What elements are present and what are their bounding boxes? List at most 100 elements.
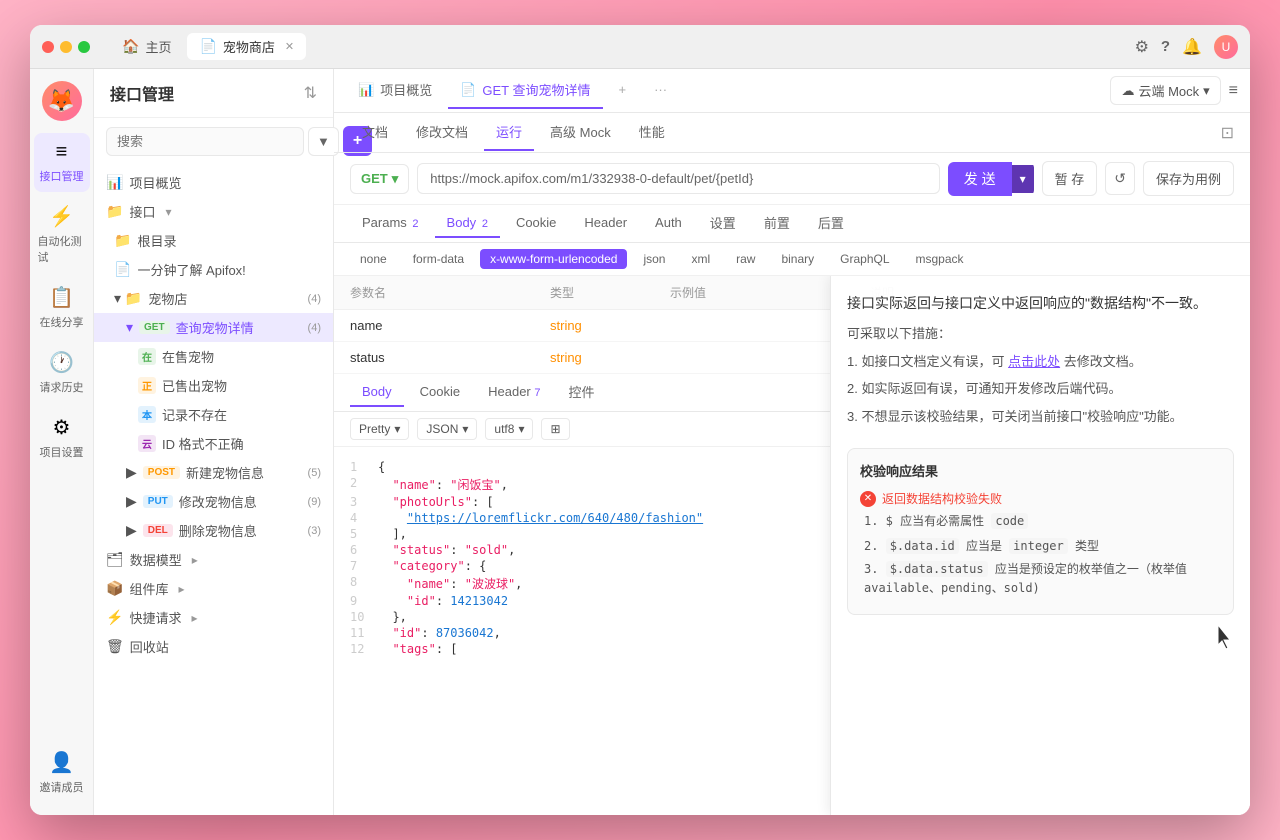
tab-home[interactable]: 🏠 主页 <box>110 33 183 60</box>
tab-petshop[interactable]: 📄 宠物商店 ✕ <box>187 33 306 60</box>
body-type-none[interactable]: none <box>350 249 397 269</box>
pretty-button[interactable]: Pretty ▾ <box>350 418 409 440</box>
close-button[interactable] <box>42 41 54 53</box>
tree-item-add-pet[interactable]: ▶ POST 新建宠物信息 (5) <box>94 458 333 487</box>
tab-close-icon[interactable]: ✕ <box>285 40 294 53</box>
tree-item-project-overview[interactable]: 📊 项目概览 <box>94 168 333 197</box>
subtab-run[interactable]: 运行 <box>484 114 534 151</box>
tree-label-for-sale: 在售宠物 <box>162 347 214 366</box>
tab-more[interactable]: ··· <box>642 74 679 107</box>
click-here-link[interactable]: 点击此处 <box>1008 354 1060 369</box>
expand-panel-icon[interactable]: ⊡ <box>1221 123 1234 143</box>
avatar[interactable]: U <box>1214 35 1238 59</box>
body-type-xml[interactable]: xml <box>681 249 720 269</box>
body-type-raw[interactable]: raw <box>726 249 765 269</box>
body-type-formdata[interactable]: form-data <box>403 249 474 269</box>
sidebar-item-api-management[interactable]: ≡ 接口管理 <box>34 133 90 192</box>
save-as-button[interactable]: 保存为用例 <box>1143 161 1234 196</box>
url-input[interactable] <box>417 163 939 194</box>
format-icon-button[interactable]: ⊞ <box>541 418 569 440</box>
tab-add-new[interactable]: + <box>607 74 639 107</box>
params-tab-header[interactable]: Header <box>572 209 639 238</box>
tree-item-delete-pet[interactable]: ▶ DEL 删除宠物信息 (3) <box>94 516 333 545</box>
tree-item-interface[interactable]: 📁 接口 ▾ <box>94 197 333 226</box>
cloud-mock-arrow: ▾ <box>1203 83 1210 99</box>
sidebar-item-request-history[interactable]: 🕐 请求历史 <box>34 342 90 403</box>
minimize-button[interactable] <box>60 41 72 53</box>
tree-item-record-not-exist[interactable]: 本 记录不存在 <box>94 400 333 429</box>
tree-item-id-format-wrong[interactable]: 云 ID 格式不正确 <box>94 429 333 458</box>
params-tab-pre[interactable]: 前置 <box>752 207 802 240</box>
tree-item-query-pet[interactable]: ▾ GET 查询宠物详情 (4) <box>94 313 333 342</box>
tree-item-pet-sold[interactable]: 正 已售出宠物 <box>94 371 333 400</box>
response-tab-controls[interactable]: 控件 <box>556 376 606 409</box>
tree-item-root-dir[interactable]: 📁 根目录 <box>94 226 333 255</box>
sidebar-item-online-share[interactable]: 📋 在线分享 <box>34 277 90 338</box>
sidebar-item-project-settings[interactable]: ⚙ 项目设置 <box>34 407 90 468</box>
tree-label-data-model: 数据模型 <box>130 550 182 569</box>
sidebar-item-invite-members[interactable]: 👤 邀请成员 <box>34 742 90 803</box>
notification-icon[interactable]: 🔔 <box>1182 37 1202 57</box>
component-lib-expand-icon: ▸ <box>178 582 184 596</box>
body-tab-label: Body <box>447 215 477 230</box>
tree-item-component-lib[interactable]: 📦 组件库 ▸ <box>94 574 333 603</box>
tree-item-recycle-bin[interactable]: 🗑 回收站 <box>94 632 333 661</box>
nav-sort-icon[interactable]: ⇅ <box>304 83 317 103</box>
params-tab-auth[interactable]: Auth <box>643 209 694 238</box>
tab-project-overview[interactable]: 📊 项目概览 <box>346 72 444 109</box>
utf8-button[interactable]: utf8 ▾ <box>485 418 533 440</box>
subtab-doc[interactable]: 文档 <box>350 114 400 151</box>
refresh-button[interactable]: ↺ <box>1105 162 1135 195</box>
tree-item-quick-request[interactable]: ⚡ 快捷请求 ▸ <box>94 603 333 632</box>
params-tab-settings[interactable]: 设置 <box>698 207 748 240</box>
line-num-11: 11 <box>350 626 378 640</box>
sub-tab-right-actions: ⊡ <box>1221 123 1234 143</box>
maximize-button[interactable] <box>78 41 90 53</box>
search-input[interactable] <box>106 127 304 156</box>
query-pet-tab-label: GET 查询宠物详情 <box>482 80 590 99</box>
pretty-arrow: ▾ <box>394 422 400 436</box>
json-button[interactable]: JSON ▾ <box>417 418 477 440</box>
menu-icon[interactable]: ≡ <box>1229 82 1238 100</box>
error-icon: ✕ <box>860 491 876 507</box>
line-num-6: 6 <box>350 543 378 557</box>
subtab-advanced-mock[interactable]: 高级 Mock <box>538 114 623 151</box>
params-tab-post[interactable]: 后置 <box>806 207 856 240</box>
subtab-performance[interactable]: 性能 <box>627 114 677 151</box>
send-arrow-button[interactable]: ▾ <box>1012 165 1034 193</box>
help-icon[interactable]: ? <box>1161 38 1170 55</box>
tab-query-pet[interactable]: 📄 GET 查询宠物详情 <box>448 72 602 109</box>
params-tab-params[interactable]: Params 2 <box>350 209 431 238</box>
settings-icon[interactable]: ⚙ <box>1135 37 1149 57</box>
response-tab-header[interactable]: Header 7 <box>476 378 552 407</box>
tree-item-pet-shop[interactable]: ▾ 📁 宠物店 (4) <box>94 284 333 313</box>
params-tab-body[interactable]: Body 2 <box>435 209 500 238</box>
params-tab-cookie[interactable]: Cookie <box>504 209 568 238</box>
body-type-graphql[interactable]: GraphQL <box>830 249 899 269</box>
body-badge: 2 <box>482 218 488 230</box>
response-tab-cookie[interactable]: Cookie <box>408 378 472 407</box>
tree-item-pet-for-sale[interactable]: 在 在售宠物 <box>94 342 333 371</box>
nav-tree: 📊 项目概览 📁 接口 ▾ 📁 根目录 📄 一分钟了解 Apifox! <box>94 164 333 815</box>
body-type-binary[interactable]: binary <box>771 249 824 269</box>
body-type-msgpack[interactable]: msgpack <box>906 249 974 269</box>
validation-panel: 接口实际返回与接口定义中返回响应的"数据结构"不一致。 可采取以下措施： 1. … <box>830 276 1250 815</box>
method-badge-del: DEL <box>143 524 173 537</box>
tree-item-data-model[interactable]: 🗂 数据模型 ▸ <box>94 545 333 574</box>
method-badge-post: POST <box>143 466 180 479</box>
tree-item-learn-apifox[interactable]: 📄 一分钟了解 Apifox! <box>94 255 333 284</box>
response-tab-body[interactable]: Body <box>350 378 404 407</box>
tree-label-update-pet: 修改宠物信息 <box>179 492 257 511</box>
save-draft-button[interactable]: 暂 存 <box>1042 161 1098 196</box>
cloud-mock-button[interactable]: ☁ 云端 Mock ▾ <box>1110 76 1220 105</box>
body-type-json[interactable]: json <box>633 249 675 269</box>
sidebar-label-invite: 邀请成员 <box>40 779 84 795</box>
subtab-edit-doc[interactable]: 修改文档 <box>404 114 480 151</box>
json-label: JSON <box>426 422 458 436</box>
sidebar-item-auto-test[interactable]: ⚡ 自动化测试 <box>34 196 90 273</box>
body-type-urlencoded[interactable]: x-www-form-urlencoded <box>480 249 627 269</box>
send-button[interactable]: 发 送 <box>948 162 1012 196</box>
method-selector[interactable]: GET ▾ <box>350 164 409 194</box>
tree-item-update-pet[interactable]: ▶ PUT 修改宠物信息 (9) <box>94 487 333 516</box>
line-num-12: 12 <box>350 642 378 656</box>
